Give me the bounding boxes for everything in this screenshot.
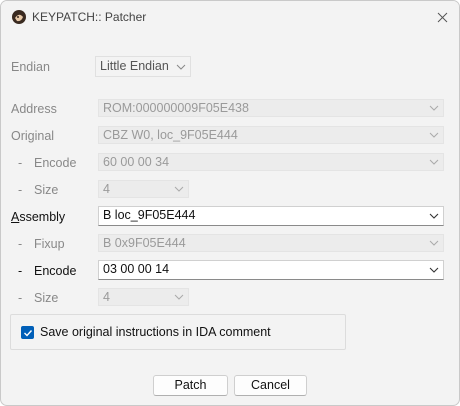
endian-label: Endian [11, 60, 50, 74]
original-size-select[interactable]: 4 [98, 180, 189, 198]
save-comment-label[interactable]: Save original instructions in IDA commen… [40, 324, 271, 341]
chevron-down-icon [429, 267, 439, 273]
title-bar: KEYPATCH:: Patcher [1, 1, 459, 33]
window-title: KEYPATCH:: Patcher [32, 10, 147, 24]
save-comment-checkbox[interactable] [21, 326, 34, 339]
original-value: CBZ W0, loc_9F05E444 [103, 128, 238, 142]
original-encode-select[interactable]: 60 00 00 34 [98, 153, 444, 171]
address-select[interactable]: ROM:000000009F05E438 [98, 99, 444, 117]
assembly-label: Assembly [11, 210, 66, 224]
chevron-down-icon [429, 132, 439, 138]
assembly-size-label: - Size [18, 291, 59, 305]
original-label: Original [11, 129, 55, 143]
assembly-encode-value: 03 00 00 14 [103, 262, 170, 276]
checkmark-icon [23, 329, 32, 337]
chevron-down-icon [429, 159, 439, 165]
address-value: ROM:000000009F05E438 [103, 101, 249, 115]
cancel-button[interactable]: Cancel [234, 375, 307, 396]
patcher-dialog: KEYPATCH:: Patcher Endian Little Endian … [0, 0, 460, 406]
chevron-down-icon [174, 186, 184, 192]
options-group: Save original instructions in IDA commen… [10, 314, 346, 350]
close-button[interactable] [429, 5, 455, 29]
close-icon [437, 12, 447, 22]
assembly-size-select[interactable]: 4 [98, 288, 189, 306]
original-encode-label: - Encode [18, 156, 77, 170]
fixup-select[interactable]: B 0x9F05E444 [98, 234, 444, 252]
patch-button[interactable]: Patch [153, 375, 228, 396]
chevron-down-icon [176, 64, 186, 70]
fixup-label: - Fixup [18, 237, 65, 251]
chevron-down-icon [429, 105, 439, 111]
endian-select[interactable]: Little Endian [95, 56, 191, 77]
chevron-down-icon [174, 294, 184, 300]
fixup-value: B 0x9F05E444 [103, 236, 186, 250]
assembly-value: B loc_9F05E444 [103, 208, 196, 222]
assembly-encode-label: - Encode [18, 264, 77, 278]
assembly-input[interactable]: B loc_9F05E444 [98, 206, 444, 226]
endian-value: Little Endian [100, 59, 169, 73]
original-size-label: - Size [18, 183, 59, 197]
chevron-down-icon [429, 240, 439, 246]
original-select[interactable]: CBZ W0, loc_9F05E444 [98, 126, 444, 144]
app-logo-icon [12, 10, 26, 24]
assembly-encode-input[interactable]: 03 00 00 14 [98, 260, 444, 280]
chevron-down-icon [429, 213, 439, 219]
original-encode-value: 60 00 00 34 [103, 155, 170, 169]
address-label: Address [11, 102, 57, 116]
assembly-size-value: 4 [103, 290, 110, 304]
original-size-value: 4 [103, 182, 110, 196]
